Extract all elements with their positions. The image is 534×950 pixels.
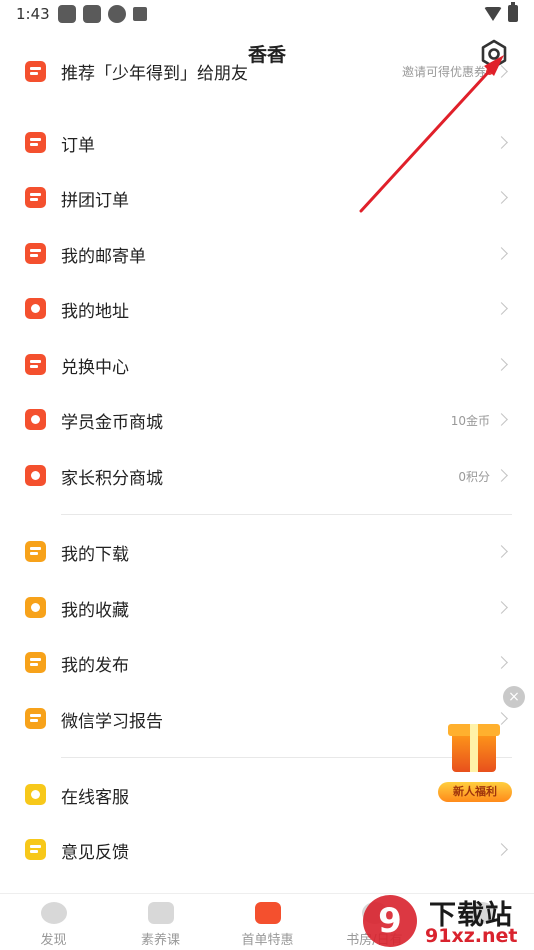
- menu-item-label: 家长积分商城: [61, 469, 163, 489]
- truck-icon: [25, 243, 46, 264]
- chevron-right-icon: [495, 656, 508, 669]
- menu-item-points-mall[interactable]: 家长积分商城 0积分: [0, 448, 534, 503]
- chevron-right-icon: [495, 302, 508, 315]
- notification-app-icon: [83, 5, 101, 23]
- menu-item-label: 我的收藏: [61, 601, 129, 621]
- chevron-right-icon: [495, 136, 508, 149]
- menu-item-label: 学员金币商城: [61, 413, 163, 433]
- status-time: 1:43: [16, 5, 50, 23]
- menu-item-downloads[interactable]: 我的下载: [0, 524, 534, 579]
- menu-item-label: 我的邮寄单: [61, 247, 146, 267]
- menu-item-orders[interactable]: 订单: [0, 115, 534, 170]
- tab-first-order[interactable]: 首单特惠: [214, 894, 321, 950]
- promo-label: 新人福利: [438, 782, 512, 802]
- menu-item-label: 微信学习报告: [61, 712, 163, 732]
- tab-label: 素养课: [140, 933, 180, 948]
- notification-dot: [486, 68, 493, 75]
- tab-label: 首单特惠: [241, 933, 294, 948]
- menu-item-label: 兑换中心: [61, 358, 129, 378]
- tv-icon: [147, 902, 174, 924]
- watermark: 9 下载站 91xz.net: [355, 893, 534, 950]
- menu-item-invite[interactable]: 推荐「少年得到」给朋友 邀请可得优惠券: [0, 59, 534, 99]
- order-icon: [25, 132, 46, 153]
- menu-item-coin-mall[interactable]: 学员金币商城 10金币: [0, 392, 534, 447]
- tab-label: 发现: [40, 933, 67, 948]
- coin-icon: [25, 409, 46, 430]
- menu-item-label: 我的下载: [61, 545, 129, 565]
- status-bar: 1:43: [0, 0, 534, 28]
- chevron-right-icon: [495, 469, 508, 482]
- battery-icon: [508, 2, 518, 22]
- tab-courses[interactable]: 素养课: [107, 894, 214, 950]
- menu-item-label: 我的地址: [61, 302, 129, 322]
- notification-app-icon: [58, 5, 76, 23]
- menu-item-extra: 0积分: [458, 470, 490, 484]
- chevron-right-icon: [495, 545, 508, 558]
- checkbox-icon: [25, 354, 46, 375]
- menu-item-group-orders[interactable]: 拼团订单: [0, 170, 534, 225]
- feedback-icon: [25, 839, 46, 860]
- system-icons: [484, 2, 518, 22]
- gift-icon: [254, 902, 281, 924]
- chevron-right-icon: [495, 247, 508, 260]
- watermark-logo: 9: [363, 895, 417, 947]
- menu-item-address[interactable]: 我的地址: [0, 281, 534, 336]
- new-user-promo[interactable]: × 新人福利: [430, 684, 530, 804]
- gift-icon: [25, 61, 46, 82]
- chevron-right-icon: [495, 843, 508, 856]
- chevron-right-icon: [495, 413, 508, 426]
- menu-item-feedback[interactable]: 意见反馈: [0, 822, 534, 877]
- menu-item-mailing[interactable]: 我的邮寄单: [0, 226, 534, 281]
- menu-item-label: 意见反馈: [61, 843, 129, 863]
- diamond-icon: [25, 465, 46, 486]
- menu-item-label: 我的发布: [61, 656, 129, 676]
- report-icon: [25, 708, 46, 729]
- headset-icon: [25, 784, 46, 805]
- gift-ribbon: [470, 724, 478, 772]
- notification-app-icon: [133, 7, 147, 21]
- close-icon[interactable]: ×: [503, 686, 525, 708]
- download-icon: [25, 541, 46, 562]
- menu-item-label: 拼团订单: [61, 191, 129, 211]
- notification-icons: [58, 5, 147, 23]
- menu-item-posts[interactable]: 我的发布: [0, 635, 534, 690]
- location-icon: [25, 298, 46, 319]
- chevron-right-icon: [495, 65, 508, 78]
- menu-item-extra: 10金币: [450, 414, 490, 428]
- wifi-icon: [484, 6, 502, 21]
- watermark-url: 91xz.net: [425, 925, 518, 947]
- tab-discover[interactable]: 发现: [0, 894, 107, 950]
- divider: [61, 514, 512, 515]
- chevron-right-icon: [495, 601, 508, 614]
- chevron-right-icon: [495, 358, 508, 371]
- menu-item-label: 在线客服: [61, 788, 129, 808]
- menu-item-favorites[interactable]: 我的收藏: [0, 580, 534, 635]
- planet-icon: [40, 902, 67, 924]
- publish-icon: [25, 652, 46, 673]
- menu-item-redeem[interactable]: 兑换中心: [0, 337, 534, 392]
- menu-item-extra: 邀请可得优惠券: [401, 65, 486, 79]
- notification-app-icon: [108, 5, 126, 23]
- group-order-icon: [25, 187, 46, 208]
- menu-item-label: 订单: [61, 136, 95, 156]
- heart-icon: [25, 597, 46, 618]
- menu-item-label: 推荐「少年得到」给朋友: [61, 64, 248, 84]
- chevron-right-icon: [495, 191, 508, 204]
